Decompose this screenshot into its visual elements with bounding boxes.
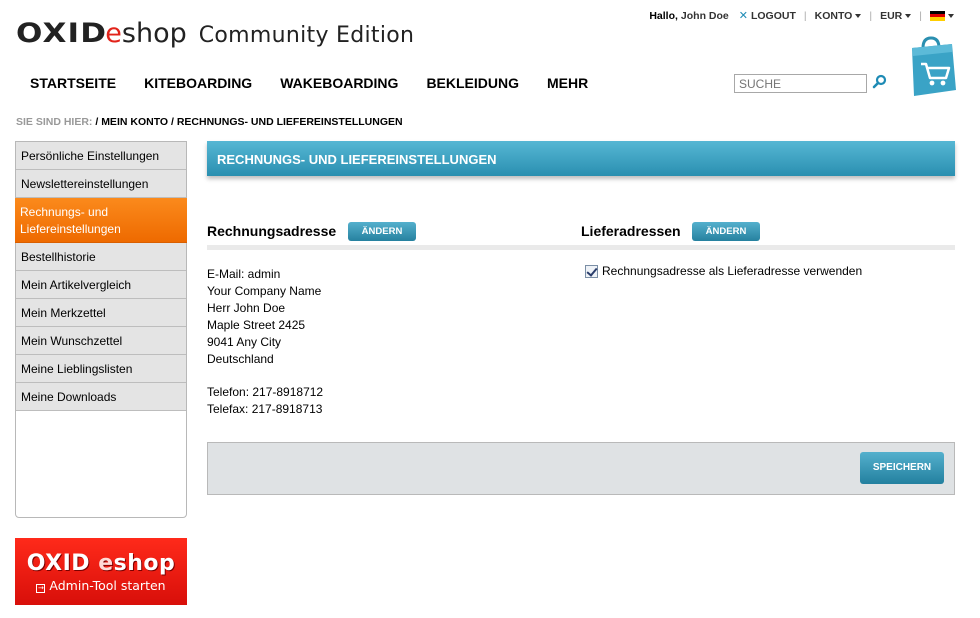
user-name: John Doe [680,9,729,22]
billing-name: Herr John Doe [207,301,286,315]
billing-company: Your Company Name [207,284,322,298]
search-input[interactable] [734,74,867,93]
billing-phone: Telefon: 217-8918712 [207,385,324,399]
use-billing-as-shipping-checkbox[interactable] [585,264,598,278]
section-divider [207,245,955,250]
nav-item-kiteboarding[interactable]: KITEBOARDING [144,75,252,91]
billing-city: 9041 Any City [207,335,282,349]
currency-dropdown[interactable]: EUR [880,10,912,22]
sidebar-item-compare[interactable]: Mein Artikelvergleich [16,271,186,299]
logo-edition-text: Community Edition [198,23,415,48]
edit-shipping-button[interactable]: ÄNDERN [692,222,760,241]
nav-item-mehr[interactable]: MEHR [547,75,588,91]
billing-street: Maple Street 2425 [207,318,306,332]
greeting: Hallo, [649,9,678,22]
logout-link[interactable]: LOGOUT [751,10,796,22]
sidebar-item-newsletter[interactable]: Newslettereinstellungen [16,170,186,198]
shop-logo[interactable]: OXID eshop Community Edition [16,18,414,50]
billing-address-title: Rechnungsadresse [207,223,337,239]
nav-item-startseite[interactable]: STARTSEITE [30,75,116,91]
save-button[interactable]: SPEICHERN [860,452,944,484]
chevron-down-icon [855,13,862,18]
logo-oxid-text: OXID [16,18,108,49]
form-footer-bar [207,442,955,495]
billing-email: E-Mail: admin [207,267,281,281]
account-dropdown[interactable]: KONTO [815,10,862,22]
billing-country: Deutschland [207,352,274,366]
edit-billing-button[interactable]: ÄNDERN [348,222,416,241]
sidebar-item-wish-list[interactable]: Mein Wunschzettel [16,327,186,355]
service-bar: Hallo, John Doe ✕ LOGOUT | KONTO | EUR | [649,9,954,22]
page-title: RECHNUNGS- UND LIEFEREINSTELLUNGEN [207,141,955,176]
divider: | [919,9,922,22]
shipping-address-title: Lieferadressen [581,223,681,239]
account-sidebar: Persönliche Einstellungen Newslettereins… [15,141,187,518]
search-icon[interactable] [872,74,888,90]
breadcrumb-label: SIE SIND HIER: [16,116,93,128]
logout-icon[interactable]: ✕ [739,9,748,22]
main-navigation: STARTSEITE KITEBOARDING WAKEBOARDING BEK… [30,75,616,91]
sidebar-item-notice-list[interactable]: Mein Merkzettel [16,299,186,327]
chevron-down-icon [905,13,912,18]
language-dropdown[interactable] [930,10,954,22]
flag-de-icon [930,10,945,21]
nav-item-bekleidung[interactable]: BEKLEIDUNG [426,75,519,91]
chevron-down-icon [948,13,954,18]
logo-eshop-text: eshop [105,18,187,49]
breadcrumb-path[interactable]: / MEIN KONTO / RECHNUNGS- UND LIEFEREINS… [92,116,402,128]
external-link-icon: → [36,583,46,593]
sidebar-item-downloads[interactable]: Meine Downloads [16,383,186,411]
sidebar-item-favorite-lists[interactable]: Meine Lieblingslisten [16,355,186,383]
sidebar-item-billing-shipping[interactable]: Rechnungs- und Liefereinstellungen [15,198,187,243]
sidebar-item-order-history[interactable]: Bestellhistorie [16,243,186,271]
use-billing-as-shipping-row: Rechnungsadresse als Lieferadresse verwe… [585,264,862,278]
use-billing-as-shipping-label[interactable]: Rechnungsadresse als Lieferadresse verwe… [602,264,862,278]
breadcrumb: SIE SIND HIER: / MEIN KONTO / RECHNUNGS-… [16,116,403,128]
admin-banner-logo: OXID eshop [26,550,176,576]
billing-address: E-Mail: admin Your Company Name Herr Joh… [207,266,323,418]
billing-fax: Telefax: 217-8918713 [207,402,323,416]
sidebar-item-personal-settings[interactable]: Persönliche Einstellungen [16,142,186,170]
divider: | [869,9,873,22]
admin-tool-link[interactable]: → Admin-Tool starten [36,578,166,593]
admin-tool-banner[interactable]: OXID eshop → Admin-Tool starten [15,538,187,605]
divider: | [803,9,807,22]
shopping-bag-icon[interactable] [906,34,958,98]
nav-item-wakeboarding[interactable]: WAKEBOARDING [280,75,398,91]
